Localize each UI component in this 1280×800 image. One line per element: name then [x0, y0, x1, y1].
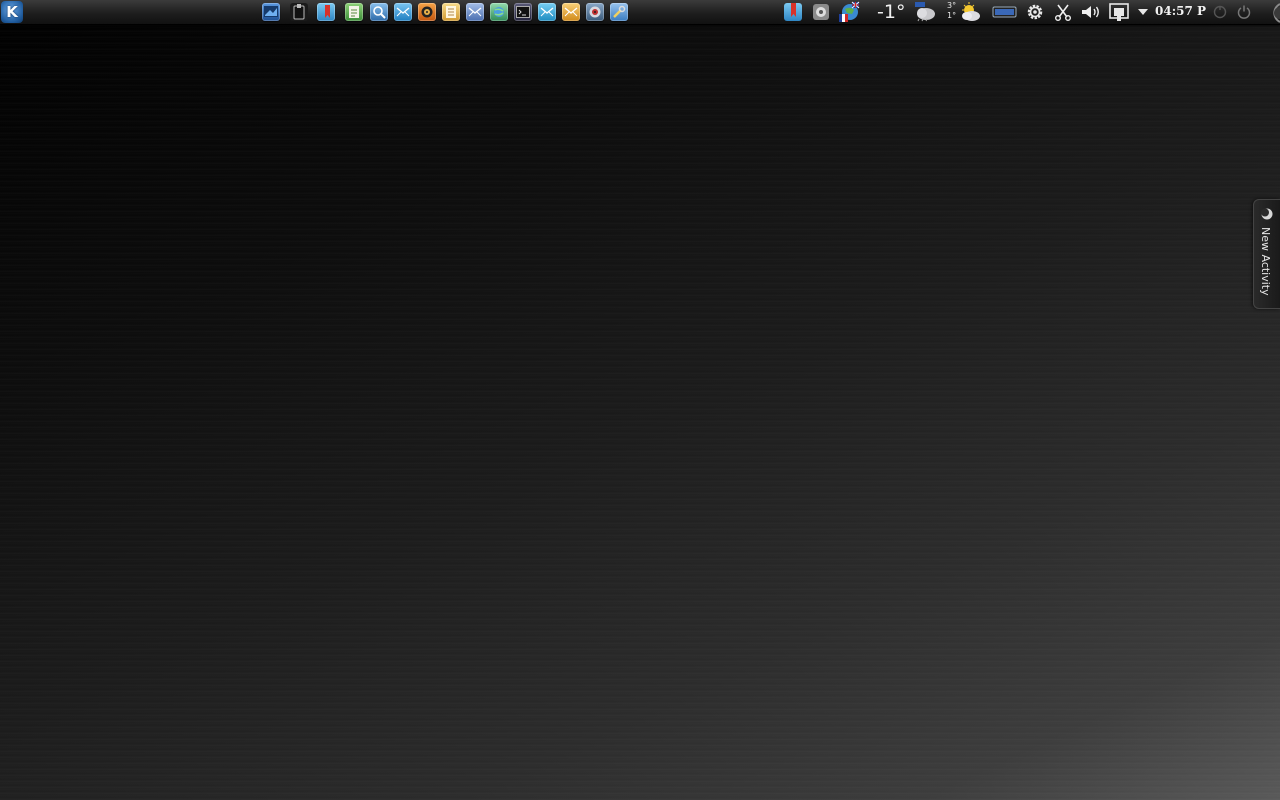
notes-icon — [442, 3, 460, 21]
bookmark-icon — [317, 3, 335, 21]
bookmark-tray-icon[interactable] — [782, 1, 804, 23]
media-player-icon — [418, 3, 436, 21]
lock-screen-icon[interactable] — [1209, 1, 1231, 23]
printer-queue-icon[interactable] — [810, 1, 832, 23]
disc-burner-icon — [586, 3, 604, 21]
file-manager-icon — [466, 3, 484, 21]
degree-symbol: ° — [895, 1, 906, 23]
launcher-disc-burner[interactable] — [584, 1, 606, 23]
launcher-clipboard[interactable] — [288, 1, 310, 23]
launcher-system-tools[interactable] — [608, 1, 630, 23]
forecast-high: 3° — [947, 1, 957, 10]
network-icon — [490, 3, 508, 21]
weather-partly-sunny-icon[interactable] — [958, 1, 982, 23]
kde-logo-icon: K — [6, 3, 18, 21]
new-activity-label: New Activity — [1259, 227, 1272, 296]
launcher-mail[interactable] — [392, 1, 414, 23]
new-activity-tab[interactable]: New Activity — [1253, 199, 1280, 309]
launcher-tools[interactable] — [536, 1, 558, 23]
archive-icon — [562, 3, 580, 21]
launcher-desktop-settings[interactable] — [260, 1, 282, 23]
weather-forecast[interactable]: 3° 1° — [947, 1, 956, 21]
document-editor-icon — [345, 3, 363, 21]
settings-gear-icon[interactable] — [1024, 1, 1046, 23]
launcher-network[interactable] — [488, 1, 510, 23]
launcher-bookmark[interactable] — [315, 1, 337, 23]
top-panel: K -1° 3° 1° 04:57 P — [0, 0, 1280, 25]
activity-moon-icon — [1261, 208, 1273, 220]
application-launcher-button[interactable]: K — [1, 1, 23, 23]
launcher-notes[interactable] — [440, 1, 462, 23]
launcher-file-manager[interactable] — [464, 1, 486, 23]
launcher-archive[interactable] — [560, 1, 582, 23]
desktop-settings-icon — [262, 3, 280, 21]
panel-toolbox-icon[interactable] — [1258, 1, 1280, 23]
battery-icon[interactable] — [992, 1, 1018, 23]
launcher-terminal[interactable] — [512, 1, 534, 23]
image-viewer-icon — [370, 3, 388, 21]
expand-arrow-icon[interactable] — [1134, 1, 1152, 23]
volume-icon[interactable] — [1080, 1, 1102, 23]
terminal-icon — [514, 3, 532, 21]
scissors-clipboard-icon[interactable] — [1052, 1, 1074, 23]
tools-icon — [538, 3, 556, 21]
mail-icon — [394, 3, 412, 21]
temperature-value: -1 — [877, 1, 896, 23]
launcher-media-player[interactable] — [416, 1, 438, 23]
clipboard-icon — [290, 3, 308, 21]
forecast-low: 1° — [947, 11, 957, 20]
digital-clock[interactable]: 04:57 P — [1155, 0, 1207, 22]
system-tools-icon — [610, 3, 628, 21]
temperature-readout[interactable]: -1° — [877, 0, 905, 24]
weather-cloudy-icon[interactable] — [913, 1, 937, 23]
launcher-document-editor[interactable] — [343, 1, 365, 23]
desktop-wallpaper[interactable] — [0, 0, 1280, 800]
keyboard-layout-icon[interactable] — [838, 1, 860, 23]
launcher-image-viewer[interactable] — [368, 1, 390, 23]
power-icon[interactable] — [1233, 1, 1255, 23]
network-manager-icon[interactable] — [1108, 1, 1130, 23]
